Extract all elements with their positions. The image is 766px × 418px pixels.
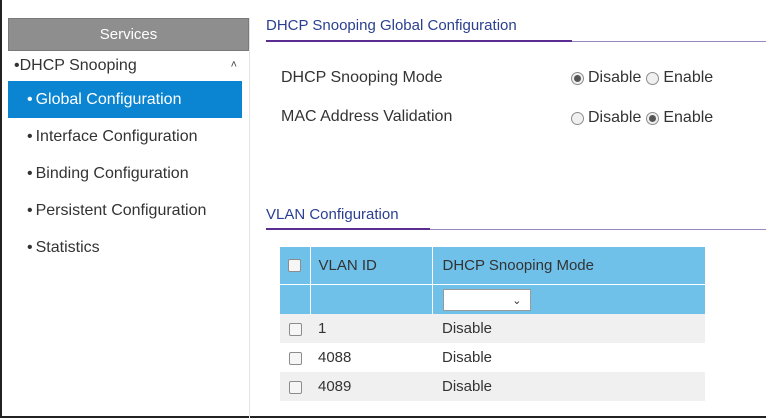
mac-address-validation-disable-option[interactable]: Disable (571, 109, 641, 127)
global-config-underline (266, 40, 572, 42)
row-checkbox[interactable] (288, 380, 302, 394)
column-header-vlan-id[interactable]: VLAN ID (309, 247, 433, 284)
row-checkbox-cell (280, 343, 310, 372)
vlan-config-underline (266, 228, 430, 230)
global-config-title: DHCP Snooping Global Configuration (266, 17, 517, 34)
table-row[interactable]: 4088 Disable (280, 343, 705, 372)
bullet: • (27, 238, 33, 256)
dhcp-snooping-mode-disable-option[interactable]: Disable (571, 69, 641, 87)
row-checkbox-cell (280, 372, 310, 401)
table-row[interactable]: 4089 Disable (280, 372, 705, 401)
row-checkbox[interactable] (288, 322, 302, 336)
radio-label: Disable (588, 69, 642, 86)
filter-vlan-id-cell (309, 283, 433, 314)
mode-cell: Disable (432, 314, 705, 343)
column-header-dhcp-snooping-mode[interactable]: DHCP Snooping Mode (432, 247, 705, 284)
dhcp-snooping-mode-label: DHCP Snooping Mode (281, 69, 443, 86)
mac-address-validation-radio-group: Disable Enable (571, 109, 718, 127)
select-all-cell (280, 247, 310, 284)
filter-empty-cell (280, 283, 310, 314)
radio-button[interactable] (646, 111, 660, 125)
mac-address-validation-label: MAC Address Validation (281, 108, 453, 125)
sidebar-item-interface-configuration[interactable]: • Interface Configuration (8, 118, 249, 155)
vlan-id-cell: 1 (310, 314, 432, 343)
bullet: • (27, 201, 33, 219)
sidebar-item-global-configuration[interactable]: • Global Configuration (8, 81, 242, 118)
sidebar-item-label: Binding Configuration (35, 164, 189, 182)
sidebar-item-statistics[interactable]: • Statistics (8, 229, 249, 266)
bullet: • (27, 127, 33, 145)
table-row[interactable]: 1 Disable (280, 314, 705, 343)
nav-group-dhcp-snooping[interactable]: • DHCP Snooping ˄ (8, 51, 249, 81)
sidebar-item-label: Statistics (35, 238, 100, 256)
bullet: • (27, 90, 33, 108)
sidebar: Services • DHCP Snooping ˄ • Global Conf… (8, 18, 250, 418)
sidebar-header: Services (8, 18, 249, 51)
global-config-underline-ext (572, 41, 766, 42)
chevron-down-icon: ⌄ (512, 294, 522, 307)
row-checkbox[interactable] (288, 351, 302, 365)
radio-button[interactable] (646, 71, 660, 85)
row-checkbox-cell (280, 314, 310, 343)
nav-group-label: DHCP Snooping (19, 57, 137, 74)
vlan-id-cell: 4088 (310, 343, 432, 372)
sidebar-item-label: Global Configuration (35, 90, 182, 108)
radio-button[interactable] (571, 111, 584, 125)
dhcp-snooping-mode-radio-group: Disable Enable (571, 69, 718, 87)
vlan-id-cell: 4089 (310, 372, 432, 401)
sidebar-item-persistent-configuration[interactable]: • Persistent Configuration (8, 192, 249, 229)
vlan-config-underline-ext (430, 229, 766, 230)
select-all-checkbox[interactable] (288, 259, 302, 273)
table-header-row: VLAN ID DHCP Snooping Mode (280, 247, 705, 284)
dhcp-snooping-mode-enable-option[interactable]: Enable (646, 69, 713, 87)
table-filter-row: ⌄ (280, 283, 705, 314)
radio-label: Enable (663, 109, 714, 126)
sidebar-item-label: Persistent Configuration (35, 201, 207, 219)
radio-label: Enable (663, 69, 714, 86)
mode-cell: Disable (432, 343, 705, 372)
vlan-config-title: VLAN Configuration (266, 206, 399, 223)
radio-label: Disable (588, 109, 642, 126)
mode-filter-select[interactable]: ⌄ (442, 289, 531, 312)
mode-cell: Disable (432, 372, 705, 401)
chevron-up-icon[interactable]: ˄ (231, 59, 237, 71)
vlan-table: VLAN ID DHCP Snooping Mode ⌄ 1 Disable 4… (280, 247, 705, 401)
mac-address-validation-enable-option[interactable]: Enable (646, 109, 713, 127)
sidebar-item-binding-configuration[interactable]: • Binding Configuration (8, 155, 249, 192)
bullet: • (27, 164, 33, 182)
sidebar-item-label: Interface Configuration (35, 127, 198, 145)
filter-mode-cell: ⌄ (432, 283, 705, 314)
radio-button[interactable] (571, 71, 584, 85)
